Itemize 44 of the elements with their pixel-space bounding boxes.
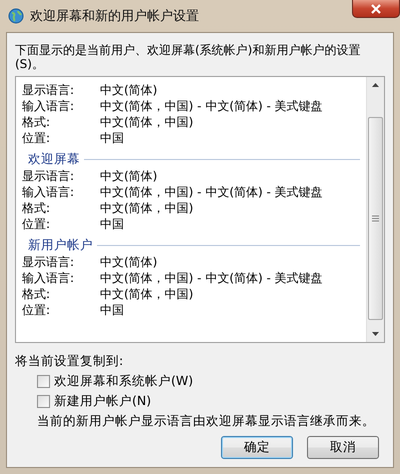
scroll-up-icon[interactable]	[372, 83, 379, 87]
scrollbar[interactable]	[366, 77, 384, 342]
setting-value: 中国	[100, 131, 124, 146]
setting-label: 位置:	[22, 303, 52, 318]
setting-value: 中文(简体，中国)	[100, 115, 194, 130]
setting-value: 中文(简体)	[100, 255, 158, 270]
cancel-button[interactable]: 取消	[307, 436, 379, 459]
setting-label: 格式:	[22, 201, 52, 216]
setting-label: 显示语言:	[22, 255, 76, 270]
setting-value: 中文(简体，中国)	[100, 201, 194, 216]
checkbox-label: 新建用户帐户(N)	[54, 393, 152, 410]
setting-value: 中文(简体，中国)	[100, 287, 194, 302]
section-heading: 欢迎屏幕	[28, 151, 80, 168]
note-text: 当前的新用户帐户显示语言由欢迎屏幕显示语言继承而来。	[37, 413, 376, 430]
setting-label: 位置:	[22, 131, 52, 146]
setting-value: 中文(简体，中国) - 中文(简体) - 美式键盘	[100, 271, 323, 286]
close-icon	[371, 4, 381, 14]
setting-value: 中文(简体)	[100, 169, 158, 184]
setting-value: 中国	[100, 303, 124, 318]
setting-value: 中文(简体，中国) - 中文(简体) - 美式键盘	[100, 185, 323, 200]
setting-label: 显示语言:	[22, 169, 76, 184]
scroll-down-icon[interactable]	[372, 332, 379, 336]
checkbox[interactable]	[37, 375, 50, 388]
checkbox-label: 欢迎屏幕和系统帐户(W)	[54, 373, 194, 390]
setting-value: 中国	[100, 217, 124, 232]
setting-label: 输入语言:	[22, 185, 76, 200]
scroll-thumb[interactable]	[368, 117, 383, 320]
grip-icon	[372, 215, 379, 222]
setting-value: 中文(简体)	[100, 83, 158, 98]
setting-label: 显示语言:	[22, 83, 76, 98]
close-button[interactable]	[352, 0, 400, 18]
window-title: 欢迎屏幕和新的用户帐户设置	[30, 8, 199, 25]
checkbox[interactable]	[37, 395, 50, 408]
setting-label: 输入语言:	[22, 271, 76, 286]
setting-label: 位置:	[22, 217, 52, 232]
intro-text: 下面显示的是当前用户、欢迎屏幕(系统帐户)和新用户帐户的设置(S)。	[15, 43, 362, 71]
copy-label: 将当前设置复制到:	[15, 353, 124, 370]
setting-label: 格式:	[22, 287, 52, 302]
setting-label: 输入语言:	[22, 99, 76, 114]
setting-label: 格式:	[22, 115, 52, 130]
setting-value: 中文(简体，中国) - 中文(简体) - 美式键盘	[100, 99, 323, 114]
ok-button[interactable]: 确定	[221, 436, 293, 459]
section-heading: 新用户帐户	[28, 237, 93, 254]
globe-icon	[8, 8, 24, 24]
